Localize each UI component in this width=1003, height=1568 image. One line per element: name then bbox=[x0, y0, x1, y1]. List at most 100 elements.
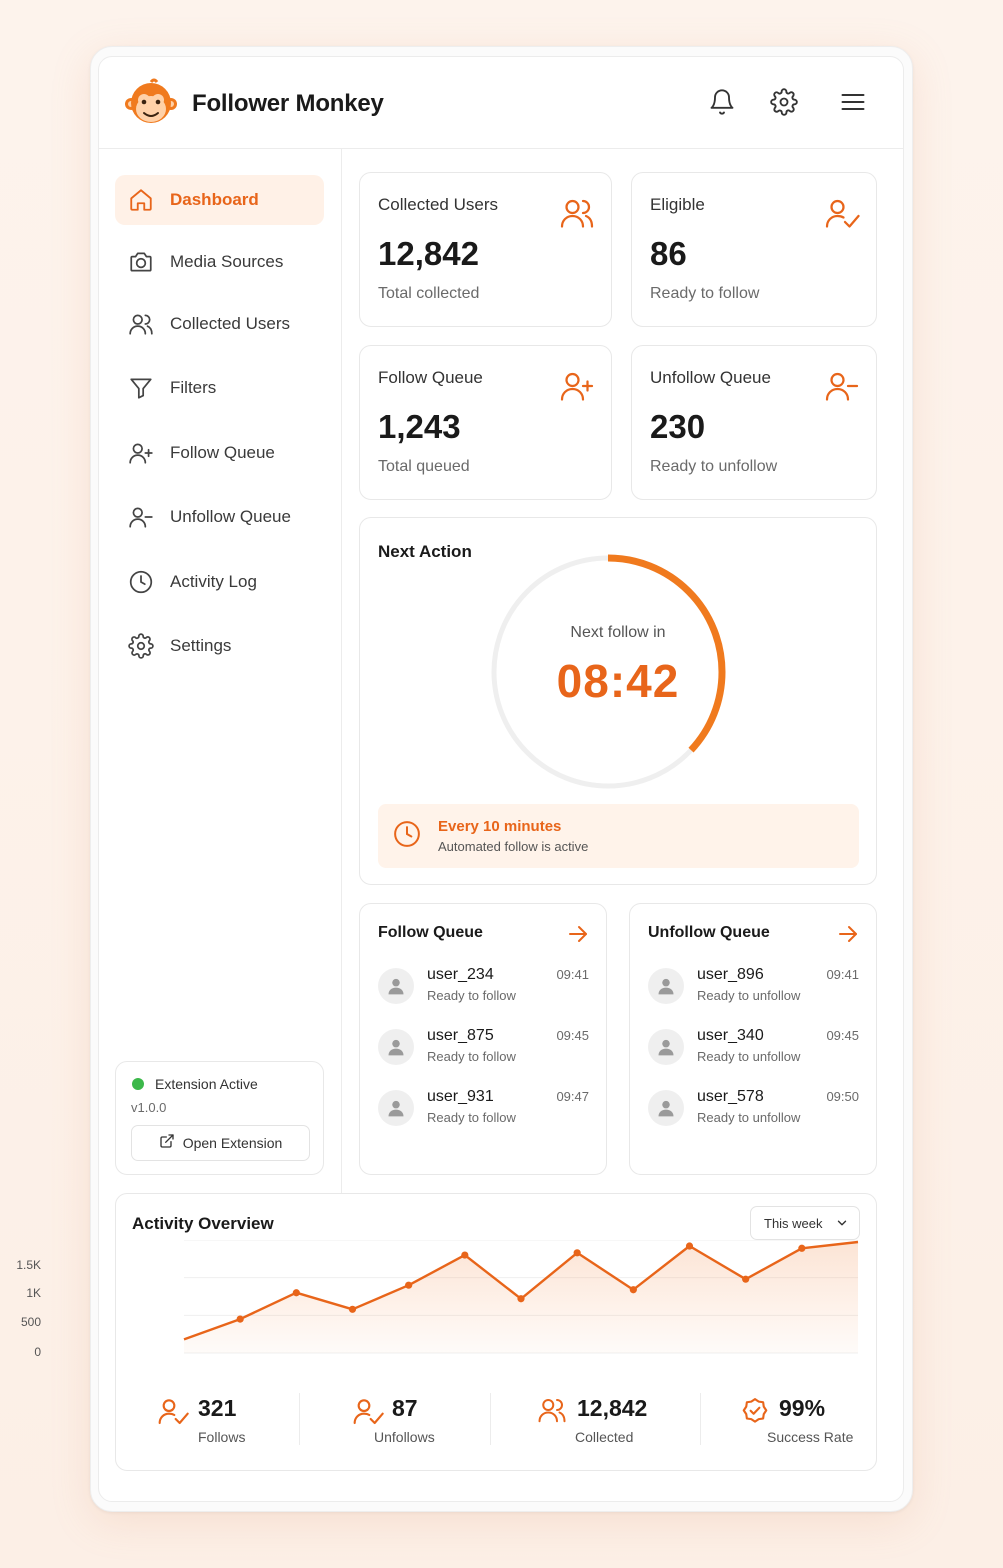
app-title: Follower Monkey bbox=[192, 90, 384, 117]
stat-title: Follow Queue bbox=[378, 368, 483, 387]
queue-time: 09:41 bbox=[826, 967, 859, 982]
data-point bbox=[685, 1242, 694, 1250]
stat-value: 230 bbox=[650, 408, 706, 445]
avatar bbox=[378, 1029, 414, 1065]
users-icon bbox=[537, 1395, 567, 1430]
data-point bbox=[461, 1251, 469, 1259]
summary-value: 87 bbox=[392, 1395, 418, 1421]
external-link-icon bbox=[159, 1133, 175, 1154]
stat-title: Unfollow Queue bbox=[650, 368, 771, 387]
stat-card-follow-queue: Follow Queue 1,243 Total queued bbox=[359, 345, 612, 500]
sidebar-item-unfollow-queue[interactable]: Unfollow Queue bbox=[115, 492, 324, 542]
sidebar-item-label: Activity Log bbox=[170, 572, 257, 591]
filter-icon bbox=[127, 374, 155, 402]
stat-card-collected-users: Collected Users 12,842 Total collected bbox=[359, 172, 612, 327]
avatar bbox=[378, 1090, 414, 1126]
list-item[interactable]: user_931 Ready to follow 09:47 bbox=[378, 1088, 589, 1136]
summary-collected: 12,842 Collected bbox=[537, 1393, 687, 1449]
stat-subtitle: Total queued bbox=[378, 458, 470, 475]
user-minus-icon bbox=[127, 503, 155, 531]
list-item[interactable]: user_340 Ready to unfollow 09:45 bbox=[648, 1027, 859, 1075]
gear-icon bbox=[127, 632, 155, 660]
sidebar-item-label: Unfollow Queue bbox=[170, 507, 291, 526]
chevron-down-icon bbox=[835, 1216, 849, 1235]
data-point bbox=[236, 1315, 244, 1323]
sidebar-item-collected-users[interactable]: Collected Users bbox=[115, 299, 324, 349]
data-point bbox=[517, 1295, 525, 1303]
home-icon bbox=[127, 186, 155, 214]
sidebar-item-filters[interactable]: Filters bbox=[115, 363, 324, 413]
stat-value: 86 bbox=[650, 235, 687, 272]
monkey-logo-icon bbox=[124, 78, 178, 132]
summary-label: Follows bbox=[198, 1429, 246, 1445]
summary-value: 321 bbox=[198, 1395, 237, 1421]
stat-title: Eligible bbox=[650, 195, 705, 214]
arrow-right-icon[interactable] bbox=[566, 922, 590, 946]
sidebar-item-label: Filters bbox=[170, 378, 217, 397]
sidebar-item-activity-log[interactable]: Activity Log bbox=[115, 557, 324, 607]
summary-value: 99% bbox=[779, 1395, 826, 1421]
notifications-button[interactable] bbox=[704, 86, 740, 122]
stat-subtitle: Total collected bbox=[378, 285, 480, 302]
time-range-select[interactable]: This week bbox=[750, 1206, 860, 1240]
open-extension-label: Open Extension bbox=[182, 1135, 283, 1151]
user-check-icon bbox=[824, 195, 860, 231]
stat-title: Collected Users bbox=[378, 195, 498, 214]
sidebar-item-follow-queue[interactable]: Follow Queue bbox=[115, 428, 324, 478]
open-extension-button[interactable]: Open Extension bbox=[131, 1125, 310, 1161]
users-icon bbox=[559, 195, 595, 231]
queue-status: Ready to unfollow bbox=[697, 988, 801, 1003]
next-action-title: Next Action bbox=[378, 542, 472, 561]
arrow-right-icon[interactable] bbox=[836, 922, 860, 946]
sidebar-item-media-sources[interactable]: Media Sources bbox=[115, 237, 324, 287]
summary-success-rate: 99% Success Rate bbox=[740, 1393, 870, 1449]
summary-label: Success Rate bbox=[767, 1429, 854, 1445]
bell-icon bbox=[708, 88, 736, 121]
next-follow-label: Next follow in bbox=[570, 624, 666, 641]
data-point bbox=[742, 1275, 750, 1283]
data-point bbox=[573, 1249, 581, 1257]
list-item[interactable]: user_875 Ready to follow 09:45 bbox=[378, 1027, 589, 1075]
stat-card-eligible: Eligible 86 Ready to follow bbox=[631, 172, 877, 327]
users-icon bbox=[127, 310, 155, 338]
menu-button[interactable] bbox=[835, 86, 871, 122]
data-point bbox=[292, 1289, 300, 1297]
queue-status: Ready to unfollow bbox=[697, 1110, 801, 1125]
username: user_578 bbox=[697, 1088, 764, 1105]
shield-check-icon bbox=[740, 1396, 770, 1431]
sidebar-item-label: Collected Users bbox=[170, 314, 290, 333]
list-item[interactable]: user_896 Ready to unfollow 09:41 bbox=[648, 966, 859, 1014]
stat-value: 1,243 bbox=[378, 408, 461, 445]
status-dot bbox=[132, 1078, 144, 1090]
user-check-icon bbox=[352, 1395, 384, 1432]
stat-subtitle: Ready to unfollow bbox=[650, 458, 778, 475]
username: user_896 bbox=[697, 966, 764, 983]
follow-queue-card: Follow Queue user_234 Ready to follow 09… bbox=[359, 903, 607, 1175]
sidebar-item-dashboard[interactable]: Dashboard bbox=[115, 175, 324, 225]
gear-icon bbox=[770, 87, 798, 121]
schedule-notice: Every 10 minutes Automated follow is act… bbox=[378, 804, 859, 868]
settings-button[interactable] bbox=[766, 86, 802, 122]
unfollow-queue-card: Unfollow Queue user_896 Ready to unfollo… bbox=[629, 903, 877, 1175]
queue-time: 09:45 bbox=[826, 1028, 859, 1043]
queue-time: 09:50 bbox=[826, 1089, 859, 1104]
queue-status: Ready to unfollow bbox=[697, 1049, 801, 1064]
y-tick-label: 1K bbox=[26, 1286, 41, 1300]
sidebar-divider bbox=[341, 148, 342, 1194]
list-item[interactable]: user_234 Ready to follow 09:41 bbox=[378, 966, 589, 1014]
list-item[interactable]: user_578 Ready to unfollow 09:50 bbox=[648, 1088, 859, 1136]
follow-queue-title: Follow Queue bbox=[378, 924, 483, 941]
sidebar-item-label: Follow Queue bbox=[170, 443, 275, 462]
summary-value: 12,842 bbox=[577, 1395, 648, 1421]
sidebar-item-settings[interactable]: Settings bbox=[115, 621, 324, 671]
clock-icon bbox=[127, 568, 155, 596]
y-tick-label: 0 bbox=[34, 1345, 41, 1359]
activity-overview-title: Activity Overview bbox=[132, 1214, 274, 1233]
avatar bbox=[648, 1029, 684, 1065]
next-action-card: Next Action Next follow in 08:42 Every 1… bbox=[359, 517, 877, 885]
avatar bbox=[648, 1090, 684, 1126]
schedule-subtitle: Automated follow is active bbox=[438, 839, 589, 854]
clock-icon bbox=[392, 819, 422, 854]
sidebar-item-label: Dashboard bbox=[170, 190, 259, 209]
data-point bbox=[405, 1281, 413, 1289]
